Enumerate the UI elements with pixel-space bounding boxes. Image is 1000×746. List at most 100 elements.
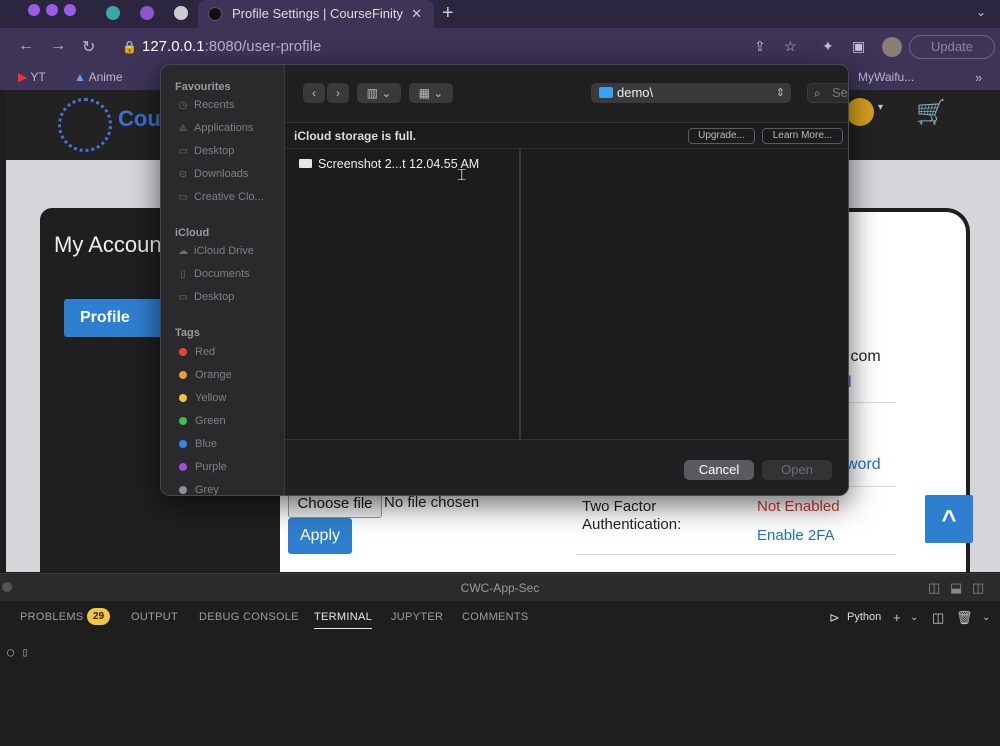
file-list-item[interactable]: Screenshot 2...t 12.04.55 AM [299,157,479,171]
learn-more-button[interactable]: Learn More... [762,128,843,144]
close-window-dot[interactable] [28,4,40,16]
tag-green[interactable]: Green [177,413,226,429]
two-factor-label: Two Factor Authentication: [582,498,682,533]
tab-jupyter[interactable]: JUPYTER [391,611,443,623]
problems-count-badge: 29 [87,608,110,625]
reload-icon[interactable]: ↻ [82,37,95,57]
active-tab[interactable]: Profile Settings | CourseFinity ✕ [198,0,434,28]
grid-view-icon[interactable]: ▦ ⌄ [409,83,453,103]
tag-orange[interactable]: Orange [177,367,232,383]
new-tab-icon[interactable]: + [442,2,454,25]
trash-icon[interactable]: 🗑 [956,610,973,626]
bookmark-star-icon[interactable]: ☆ [784,38,797,55]
new-terminal-plus-icon[interactable]: + [893,610,901,625]
icloud-warning-bar: iCloud storage is full. Upgrade... Learn… [285,123,848,149]
tab-problems[interactable]: PROBLEMS [20,611,84,623]
mouse-cursor-icon: ⌶ [457,167,467,184]
user-menu-avatar[interactable] [846,98,874,126]
maximize-window-dot[interactable] [64,4,76,16]
scroll-to-top-button[interactable]: ^ [925,495,973,543]
tags-heading: Tags [175,327,200,339]
tab-search-chevron-icon[interactable]: ⌄ [976,5,986,19]
toggle-sidebar-icon[interactable]: ◫ [928,580,940,596]
site-logo-icon[interactable] [58,98,112,152]
no-file-chosen-text: No file chosen [384,494,480,511]
search-input[interactable]: ⌕ Search [807,83,848,103]
file-name: Screenshot 2...t 12.04.55 AM [318,157,480,171]
tag-purple[interactable]: Purple [177,459,227,475]
tab-terminal[interactable]: TERMINAL [314,611,373,629]
sidebar-item-documents[interactable]: ▯ Documents [177,266,249,282]
tag-blue[interactable]: Blue [177,436,217,452]
more-bookmarks-icon[interactable]: » [975,70,982,85]
sidebar-item-creative-cloud[interactable]: ▭ Creative Clo... [177,189,263,205]
search-placeholder: Search [832,85,848,100]
tag-dot-icon [179,440,187,449]
terminal-prompt[interactable]: ○ ▯ [7,645,29,659]
enable-2fa-link[interactable]: Enable 2FA [757,527,835,544]
forward-arrow-icon[interactable]: → [50,37,66,55]
tag-red[interactable]: Red [177,344,215,360]
sidebar-item-applications[interactable]: ⟁ Applications [177,120,254,136]
tag-grey[interactable]: Grey [177,482,219,495]
side-panel-icon[interactable]: ▣ [852,38,865,55]
tag-yellow[interactable]: Yellow [177,390,226,406]
forward-chevron-icon[interactable]: › [327,83,349,103]
upgrade-button[interactable]: Upgrade... [688,128,755,144]
user-menu-chevron-icon[interactable]: ▾ [878,102,883,113]
apply-button[interactable]: Apply [288,518,352,554]
split-terminal-icon[interactable]: ◫ [932,610,944,626]
bookmark-anime[interactable]: ▲ Anime [74,70,123,84]
tag-dot-icon [179,348,187,357]
sidebar-item-icloud-desktop[interactable]: ▭ Desktop [177,289,234,305]
vscode-window-title: CWC-App-Sec [460,581,540,595]
cart-icon[interactable]: 🛒 [916,98,946,127]
toggle-panel-icon[interactable]: ⬓ [950,580,962,596]
tag-dot-icon [179,463,187,472]
profile-avatar[interactable] [882,37,902,57]
terminal-shell-label[interactable]: Python [847,611,881,623]
sidebar-item-downloads[interactable]: ⊙ Downloads [177,166,249,182]
open-button[interactable]: Open [762,460,832,480]
share-icon[interactable]: ⇪ [754,38,766,55]
back-chevron-icon[interactable]: ‹ [303,83,325,103]
tab-comments[interactable]: COMMENTS [462,611,529,623]
profile-tab[interactable]: Profile [64,299,164,337]
bookmark-yt[interactable]: ▶ YT [18,70,46,84]
file-column: Screenshot 2...t 12.04.55 AM [285,149,521,439]
pinned-tab-icon[interactable] [140,6,154,20]
download-icon: ⊙ [178,169,188,180]
desktop-icon: ▭ [178,292,188,303]
sidebar-item-desktop[interactable]: ▭ Desktop [177,143,234,159]
url-host: 127.0.0.1 [142,38,205,55]
update-button[interactable]: Update [909,35,995,59]
extensions-puzzle-icon[interactable]: ✦ [822,38,834,55]
sidebar-item-recents[interactable]: ◷ Recents [177,97,235,113]
bookmark-mywaifu[interactable]: MyWaifu... [858,70,914,84]
panel-more-chevron-icon[interactable]: ⌄ [982,612,990,623]
icloud-storage-message: iCloud storage is full. [294,129,417,143]
tab-output[interactable]: OUTPUT [131,611,178,623]
cancel-button[interactable]: Cancel [684,460,754,480]
tab-debug-console[interactable]: DEBUG CONSOLE [199,611,299,623]
back-arrow-icon[interactable]: ← [18,37,34,55]
clock-icon: ◷ [178,100,188,111]
dialog-footer: Cancel Open [285,439,848,495]
toggle-secondary-sidebar-icon[interactable]: ◫ [972,580,984,596]
pinned-tab-icon[interactable] [174,6,188,20]
applications-icon: ⟁ [178,123,188,134]
desktop-icon: ▭ [178,146,188,157]
terminal-dropdown-chevron-icon[interactable]: ⌄ [910,612,918,623]
tag-dot-icon [179,371,187,380]
pinned-tab-icon[interactable] [106,6,120,20]
minimize-window-dot[interactable] [46,4,58,16]
sidebar-item-icloud-drive[interactable]: ☁ iCloud Drive [177,243,254,259]
close-tab-icon[interactable]: ✕ [411,0,422,28]
location-popup[interactable]: demo\ ⇕ [591,83,791,103]
terminal-icon: ⊳ [829,610,840,625]
site-logo-text[interactable]: Cou [118,106,161,132]
column-view-icon[interactable]: ▥ ⌄ [357,83,401,103]
active-tab-title: Profile Settings | CourseFinity [232,6,403,21]
icloud-heading: iCloud [175,227,210,239]
change-password-link[interactable]: word [846,456,881,474]
